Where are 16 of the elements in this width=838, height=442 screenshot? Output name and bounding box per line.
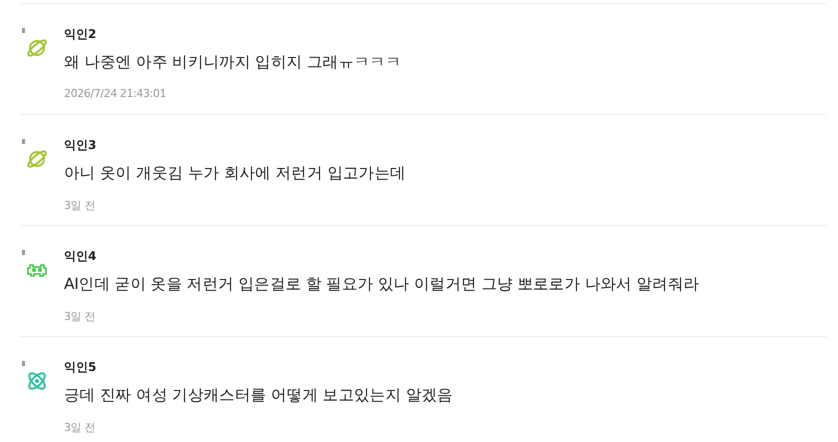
marker-icon xyxy=(22,361,25,366)
comment-text: 긍데 진짜 여성 기상캐스터를 어떻게 보고있는지 알겠음 xyxy=(64,385,453,406)
comment-time: 2026/7/24 21:43:01 xyxy=(64,87,168,100)
comment-author: 익인4 xyxy=(64,248,98,264)
comment-author: 익인3 xyxy=(64,137,98,153)
comment-text: 왜 나중엔 아주 비키니까지 입히지 그래ㅠㅋㅋㅋ xyxy=(64,52,402,73)
marker-icon xyxy=(22,250,25,255)
comment-text: AI인데 굳이 옷을 저런거 입은걸로 할 필요가 있나 이럴거면 그냥 뽀로로가 나와서 알려줘라 xyxy=(64,274,700,295)
marker-icon xyxy=(22,139,25,144)
comment-time: 3일 전 xyxy=(64,198,96,213)
marker-icon xyxy=(22,28,25,33)
comment-author: 익인5 xyxy=(64,359,98,375)
comment-text: 아니 옷이 개웃김 누가 회사에 저런거 입고가는데 xyxy=(64,163,406,184)
comment-author: 익인2 xyxy=(64,26,98,42)
comment-time: 3일 전 xyxy=(64,309,96,324)
comment-time: 3일 전 xyxy=(64,420,96,435)
